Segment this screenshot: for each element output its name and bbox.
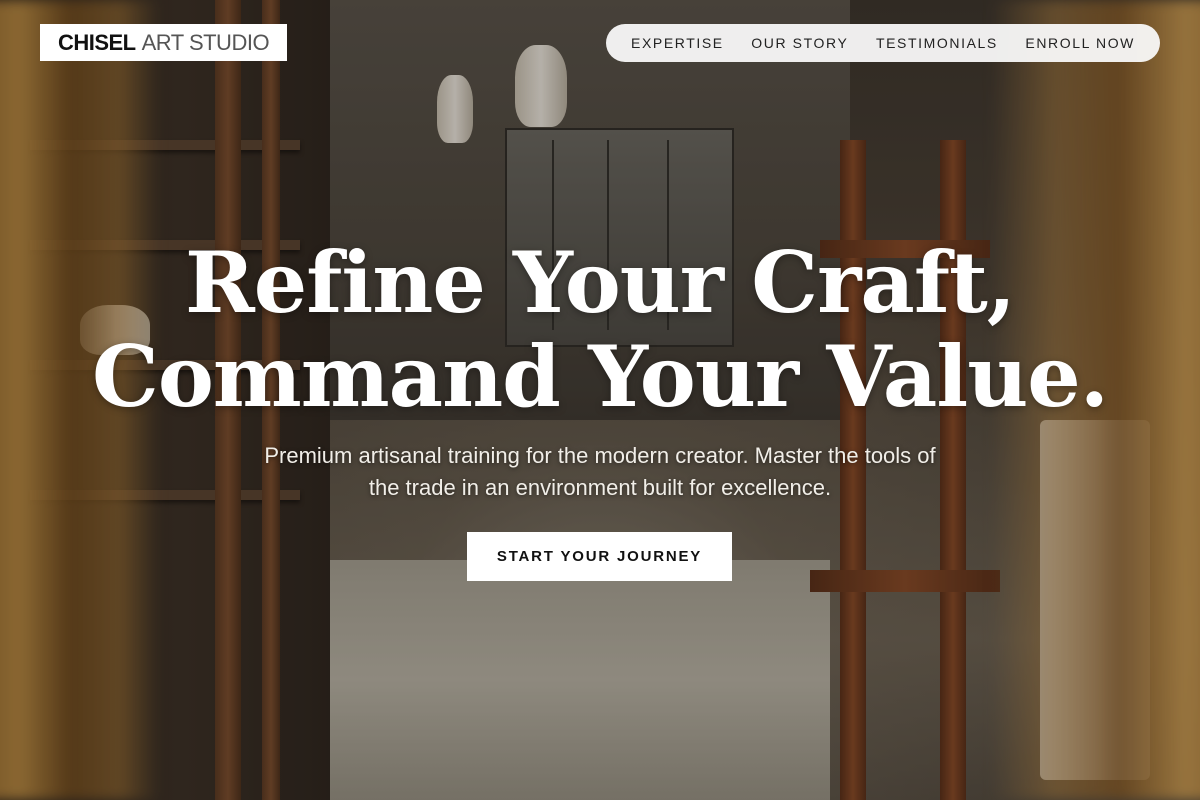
brand-logo[interactable]: CHISEL ART STUDIO (40, 24, 287, 61)
nav-link-our-story[interactable]: OUR STORY (751, 35, 848, 51)
hero-headline-line2: Command Your Value. (92, 327, 1109, 426)
brand-name-bold: CHISEL (57, 29, 136, 55)
hero-headline: Refine Your Craft, Command Your Value. (0, 236, 1200, 424)
hero-section: CHISEL ART STUDIO EXPERTISE OUR STORY TE… (0, 0, 1200, 800)
nav-link-expertise[interactable]: EXPERTISE (631, 35, 724, 51)
main-nav: EXPERTISE OUR STORY TESTIMONIALS ENROLL … (606, 24, 1160, 62)
brand-name-light: ART STUDIO (141, 29, 270, 55)
nav-link-enroll-now[interactable]: ENROLL NOW (1025, 35, 1135, 51)
start-journey-button[interactable]: START YOUR JOURNEY (467, 532, 732, 581)
hero-subheadline: Premium artisanal training for the moder… (264, 443, 936, 500)
nav-link-testimonials[interactable]: TESTIMONIALS (876, 35, 998, 51)
hero-headline-line1: Refine Your Craft, (184, 233, 1016, 332)
